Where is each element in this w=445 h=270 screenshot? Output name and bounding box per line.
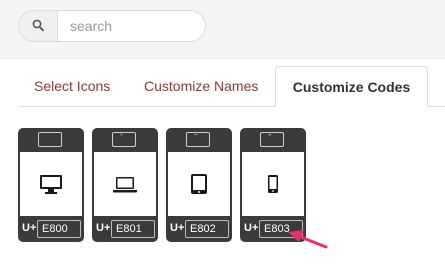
code-row: U+ (20, 219, 82, 239)
icon-preview (242, 152, 304, 216)
search-icon (32, 19, 44, 32)
glyph-preview: ̂ (260, 132, 284, 147)
code-input[interactable] (111, 220, 155, 238)
icon-card-desktop: U+ (18, 128, 84, 242)
icon-preview (20, 152, 82, 216)
tab-customize-names[interactable]: Customize Names (144, 66, 258, 107)
code-row: U+ (168, 219, 230, 239)
code-input[interactable] (37, 220, 81, 238)
laptop-icon (113, 177, 137, 193)
code-prefix: U+ (170, 222, 185, 234)
tab-customize-codes[interactable]: Customize Codes (275, 66, 428, 107)
code-input[interactable] (185, 220, 229, 238)
icon-preview (168, 152, 230, 216)
glyph-preview (38, 132, 62, 147)
search-box (18, 10, 206, 42)
mobile-icon (268, 175, 278, 193)
desktop-icon (40, 175, 62, 194)
tablet-icon (191, 174, 207, 194)
icon-card-laptop: ̀ U+ (92, 128, 158, 242)
code-prefix: U+ (96, 222, 111, 234)
search-input[interactable] (58, 11, 204, 41)
code-row: U+ (94, 219, 156, 239)
code-prefix: U+ (244, 222, 259, 234)
search-button[interactable] (19, 11, 58, 41)
glyph-preview: ͂ (186, 132, 210, 147)
annotation-arrow-icon (288, 230, 328, 249)
glyph-preview: ̀ (112, 132, 136, 147)
icon-preview (94, 152, 156, 216)
icon-card-tablet: ͂ U+ (166, 128, 232, 242)
search-toolbar (0, 0, 445, 59)
tab-select-icons[interactable]: Select Icons (34, 66, 110, 107)
code-prefix: U+ (22, 222, 37, 234)
